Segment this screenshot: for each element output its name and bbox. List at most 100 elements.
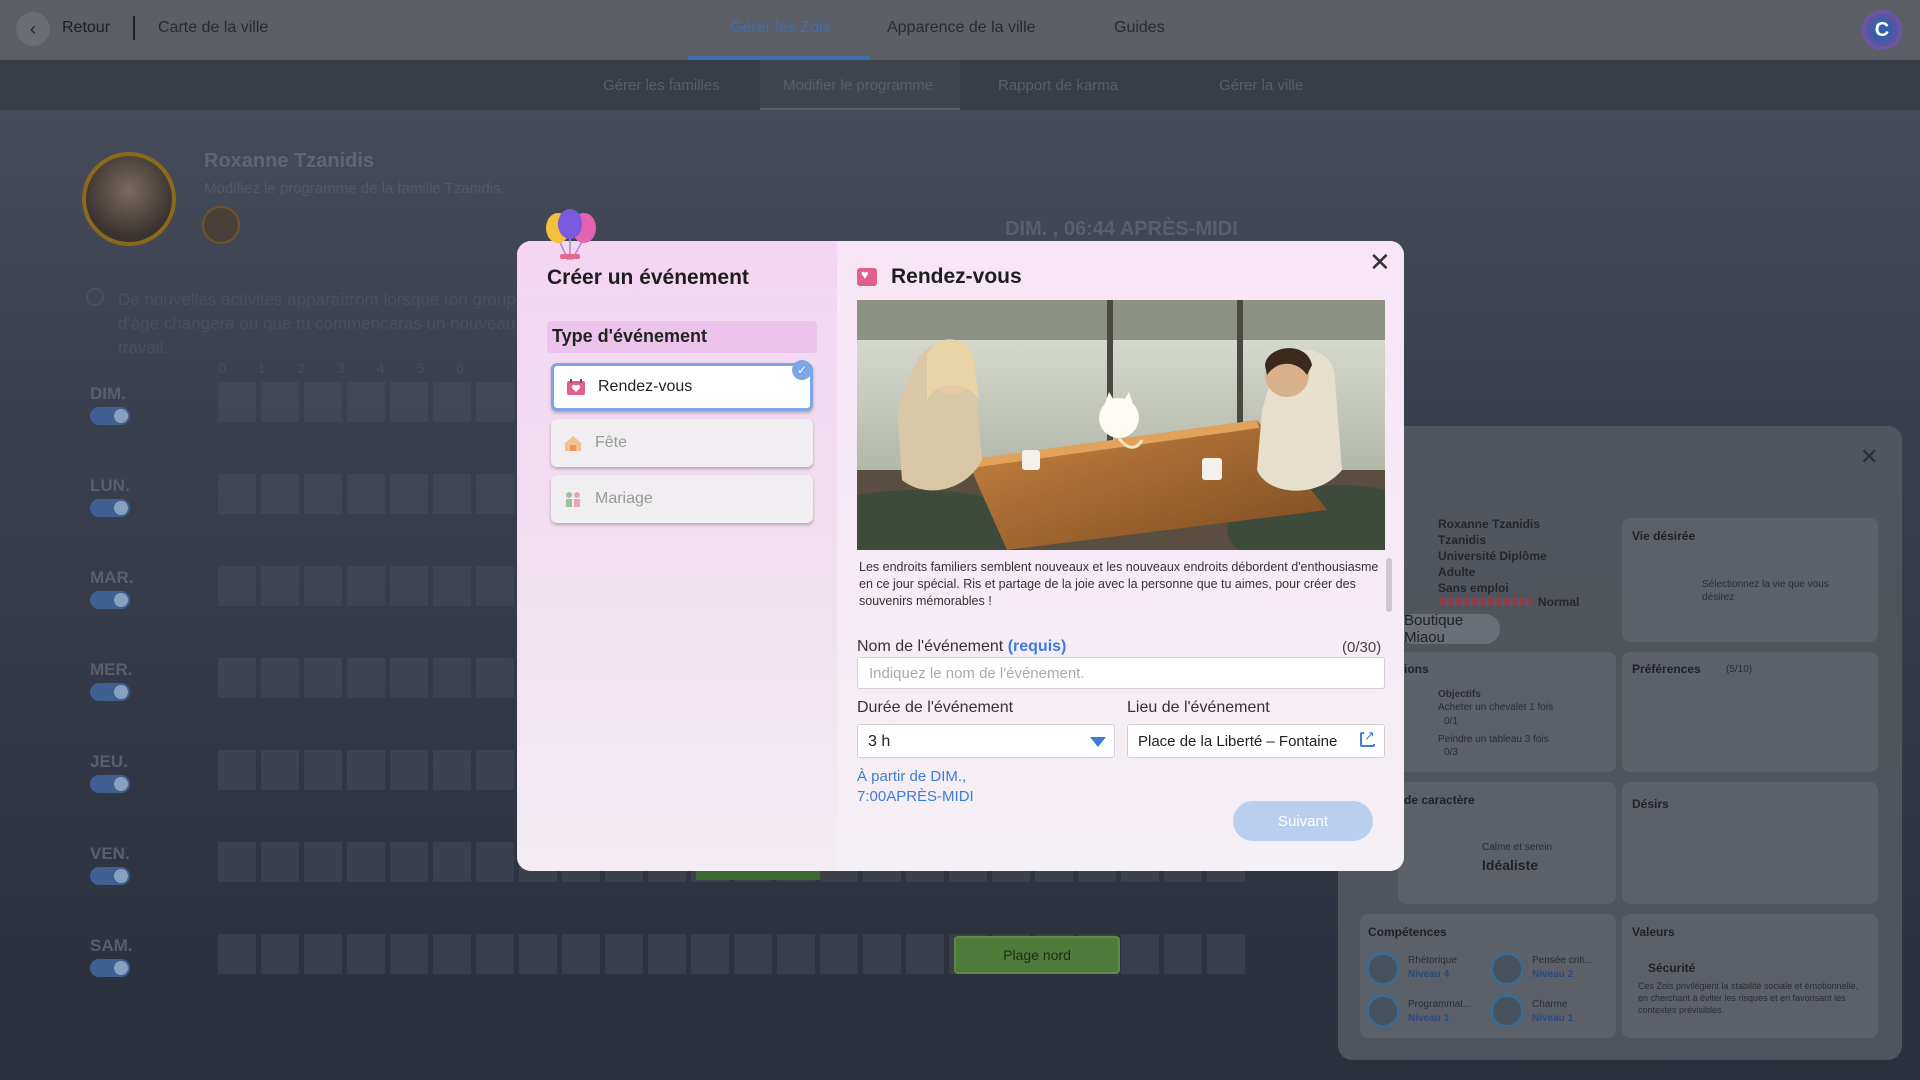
objective-1: Acheter un chevalet 1 fois <box>1438 702 1554 713</box>
zoi-job: Sans emploi <box>1438 581 1509 595</box>
value-description: Ces Zois privilégient la stabilité socia… <box>1638 981 1859 1015</box>
tab-city-appearance[interactable]: Apparence de la ville <box>887 19 1036 37</box>
chevron-down-icon[interactable] <box>1090 737 1106 747</box>
day-label-thu: JEU. <box>90 752 128 771</box>
charm-icon <box>1490 994 1524 1028</box>
day-label-sun: DIM. <box>90 384 126 403</box>
skill-1-name: Rhétorique <box>1408 955 1457 966</box>
event-illustration <box>857 300 1385 550</box>
heart-calendar-icon <box>857 267 877 286</box>
char-counter: (0/30) <box>1342 639 1382 656</box>
event-type-date[interactable]: Rendez-vous <box>551 363 813 411</box>
location-field[interactable]: Place de la Liberté – Fontaine <box>1127 724 1385 758</box>
start-time-day: À partir de DIM., <box>857 768 967 785</box>
event-heading-label: Rendez-vous <box>891 265 1022 288</box>
event-description: Les endroits familiers semblent nouveaux… <box>859 560 1379 608</box>
zoi-age: Adulte <box>1438 565 1476 579</box>
chevron-left-icon: ‹ <box>30 18 36 39</box>
zoi-name: Roxanne Tzanidis <box>1438 517 1541 531</box>
skill-4-name: Charme <box>1532 999 1568 1010</box>
skill-1-level: Niveau 4 <box>1408 969 1450 980</box>
member-avatar[interactable] <box>202 206 240 244</box>
skill-3-name: Programmat... <box>1408 999 1472 1010</box>
dream-life-title: Vie désirée <box>1632 529 1696 543</box>
day-toggle-mon[interactable] <box>90 499 130 517</box>
objective-2-progress: 0/3 <box>1444 747 1458 758</box>
critical-thinking-icon <box>1490 952 1524 986</box>
day-toggle-sun[interactable] <box>90 407 130 425</box>
event-type-wedding-label: Mariage <box>595 490 653 507</box>
subtab-manage-families[interactable]: Gérer les familles <box>603 77 720 94</box>
day-label-sat: SAM. <box>90 936 133 955</box>
panel-close-icon[interactable]: ✕ <box>1860 444 1878 470</box>
trait-subtitle: Calme et serein <box>1482 842 1553 853</box>
day-toggle-wed[interactable] <box>90 683 130 701</box>
subtab-karma-report[interactable]: Rapport de karma <box>998 77 1118 94</box>
create-event-modal: Créer un événement Type d'événement Rend… <box>517 241 1404 871</box>
event-name-input[interactable] <box>857 657 1385 689</box>
event-type-date-label: Rendez-vous <box>598 378 693 395</box>
location-label: Lieu de l'événement <box>1127 699 1270 716</box>
duration-label: Durée de l'événement <box>857 699 1014 716</box>
check-icon: ✓ <box>792 360 812 380</box>
next-button[interactable]: Suivant <box>1233 801 1373 841</box>
day-toggle-fri[interactable] <box>90 867 130 885</box>
values-title: Valeurs <box>1632 925 1675 939</box>
sub-tab-bar <box>0 60 1920 110</box>
back-button[interactable]: ‹ <box>16 12 50 46</box>
event-type-wedding[interactable]: Mariage <box>551 475 813 523</box>
desires-title: Désirs <box>1632 797 1669 811</box>
value-name: Sécurité <box>1648 961 1696 975</box>
shop-button[interactable]: Boutique Miaou <box>1398 612 1500 646</box>
ambitions-title: ions <box>1404 662 1429 676</box>
duration-select[interactable]: 3 h <box>857 724 1115 758</box>
event-heading: Rendez-vous <box>857 265 1022 289</box>
subtab-edit-schedule[interactable]: Modifier le programme <box>783 77 933 94</box>
family-name: Roxanne Tzanidis <box>204 150 375 172</box>
start-time: À partir de DIM., 7:00APRÈS-MIDI <box>857 767 974 807</box>
external-link-icon[interactable] <box>1360 728 1375 747</box>
subtab-manage-city[interactable]: Gérer la ville <box>1219 77 1303 94</box>
heart-calendar-icon <box>566 377 586 397</box>
skill-2-name: Pensée criti... <box>1532 955 1593 966</box>
event-type-party-label: Fête <box>595 434 628 451</box>
schedule-event-beach[interactable]: Plage nord <box>954 936 1120 974</box>
required-tag: (requis) <box>1007 638 1067 655</box>
day-toggle-thu[interactable] <box>90 775 130 793</box>
close-icon[interactable]: ✕ <box>1369 247 1391 278</box>
user-avatar[interactable]: C <box>1862 10 1902 50</box>
family-avatar <box>82 152 176 246</box>
skill-2-level: Niveau 2 <box>1532 969 1574 980</box>
event-name-label-text: Nom de l'événement <box>857 638 1004 655</box>
preferences-count: (5/10) <box>1726 664 1753 675</box>
back-label[interactable]: Retour <box>62 19 110 37</box>
day-toggle-sat[interactable] <box>90 959 130 977</box>
zoi-education: Université Diplôme <box>1438 549 1547 563</box>
tab-manage-zois[interactable]: Gérer les Zois <box>730 19 830 37</box>
family-subtitle: Modifiez le programme de la famille Tzan… <box>204 180 505 197</box>
zoi-family: Tzanidis <box>1438 533 1487 547</box>
event-type-header: Type d'événement <box>547 321 817 353</box>
modal-title: Créer un événement <box>547 266 749 289</box>
event-name-label: Nom de l'événement (requis) <box>857 638 1066 656</box>
current-datetime: DIM. , 06:44 APRÈS-MIDI <box>1005 218 1238 240</box>
trait-name: Idéaliste <box>1482 857 1539 873</box>
hour-labels: 0 1 2 3 4 5 6 <box>218 360 464 376</box>
event-type-party[interactable]: Fête <box>551 419 813 467</box>
description-scrollbar[interactable] <box>1386 558 1392 612</box>
info-note: De nouvelles activités apparaîtront lors… <box>118 290 526 357</box>
breadcrumb-city-map[interactable]: Carte de la ville <box>158 19 268 37</box>
skills-title: Compétences <box>1368 925 1447 939</box>
day-toggle-tue[interactable] <box>90 591 130 609</box>
mood-bar <box>1440 598 1532 606</box>
tab-guides[interactable]: Guides <box>1114 19 1165 37</box>
day-label-mon: LUN. <box>90 476 130 495</box>
preferences-title: Préférences <box>1632 662 1701 676</box>
top-separator <box>133 16 135 40</box>
day-label-fri: VEN. <box>90 844 130 863</box>
zoi-info: Roxanne Tzanidis Tzanidis Université Dip… <box>1438 516 1547 596</box>
programming-icon <box>1366 994 1400 1028</box>
party-house-icon <box>563 433 583 453</box>
rhetoric-icon <box>1366 952 1400 986</box>
skill-4-level: Niveau 1 <box>1532 1013 1574 1024</box>
